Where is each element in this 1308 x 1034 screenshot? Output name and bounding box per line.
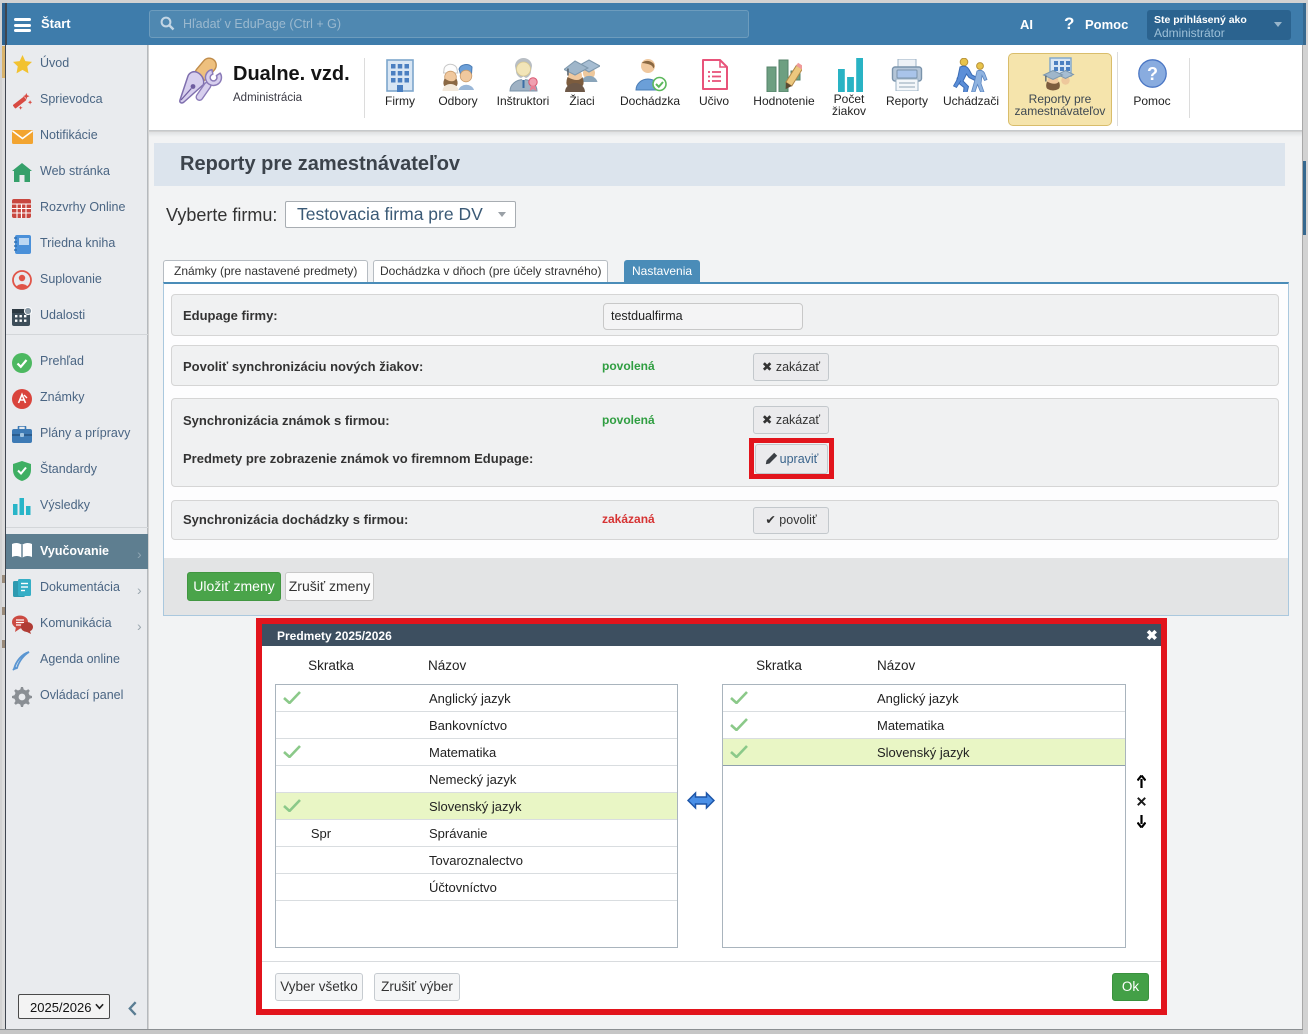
svg-text:?: ? [1147, 64, 1158, 84]
